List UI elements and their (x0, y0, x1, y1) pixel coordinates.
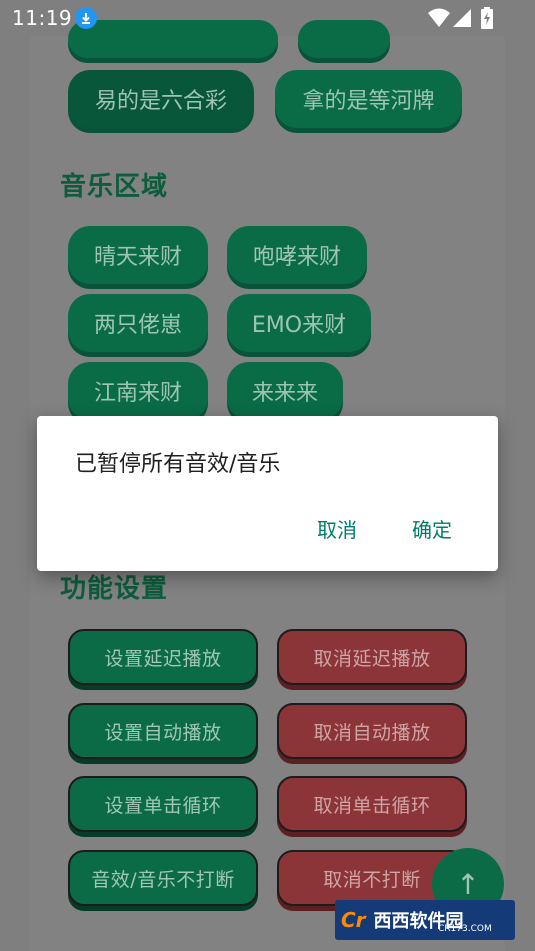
button-label: 设置延迟播放 (104, 647, 222, 670)
set-click-loop-button[interactable]: 设置单击循环 (68, 776, 258, 832)
cancel-click-loop-button[interactable]: 取消单击循环 (277, 776, 467, 832)
music-button-label: 晴天来财 (93, 245, 182, 270)
set-auto-play-button[interactable]: 设置自动播放 (68, 703, 258, 759)
button-label: 音效/音乐不打断 (91, 868, 235, 891)
button-label: 取消延迟播放 (313, 647, 431, 670)
sound-button-1[interactable]: 易的是六合彩 (68, 70, 254, 128)
button-label: 取消自动播放 (313, 721, 431, 744)
status-bar: 11:19 (0, 0, 535, 36)
status-time: 11:19 (12, 6, 73, 30)
music-button-label: 来来来 (251, 381, 318, 406)
music-button-label: 咆哮来财 (252, 245, 341, 270)
alert-dialog: 已暂停所有音效/音乐 取消 确定 (37, 416, 498, 571)
cancel-auto-play-button[interactable]: 取消自动播放 (277, 703, 467, 759)
music-button-6[interactable]: 来来来 (227, 362, 343, 420)
sound-button-2[interactable]: 拿的是等河牌 (275, 70, 462, 128)
wifi-icon (428, 8, 450, 32)
music-button-label: 两只佬崽 (93, 313, 182, 338)
functions-section-title: 功能设置 (60, 574, 169, 604)
music-button-3[interactable]: 两只佬崽 (68, 294, 208, 352)
signal-icon (452, 8, 472, 32)
watermark-url: CR173.COM (438, 924, 492, 934)
set-delay-play-button[interactable]: 设置延迟播放 (68, 629, 258, 685)
watermark: Cr 西西软件园 CR173.COM (335, 900, 515, 940)
sound-button-label: 易的是六合彩 (94, 89, 227, 114)
arrow-up-icon: ↑ (456, 867, 480, 901)
battery-icon (481, 7, 493, 33)
music-button-2[interactable]: 咆哮来财 (227, 226, 367, 284)
music-button-1[interactable]: 晴天来财 (68, 226, 208, 284)
cancel-button[interactable]: 取消 (317, 514, 357, 543)
button-label: 设置自动播放 (104, 721, 222, 744)
watermark-logo: Cr (341, 908, 366, 932)
sound-button-label: 拿的是等河牌 (302, 89, 435, 114)
music-button-5[interactable]: 江南来财 (68, 362, 208, 420)
confirm-button[interactable]: 确定 (412, 514, 452, 543)
music-button-label: 江南来财 (93, 381, 182, 406)
no-interrupt-button[interactable]: 音效/音乐不打断 (68, 850, 258, 906)
button-label: 取消单击循环 (313, 794, 431, 817)
cancel-delay-play-button[interactable]: 取消延迟播放 (277, 629, 467, 685)
download-icon (75, 7, 97, 29)
button-label: 取消不打断 (323, 868, 421, 891)
dialog-message: 已暂停所有音效/音乐 (75, 452, 281, 477)
music-section-title: 音乐区域 (60, 172, 169, 202)
music-button-label: EMO来财 (251, 313, 347, 338)
button-label: 设置单击循环 (104, 794, 222, 817)
music-button-4[interactable]: EMO来财 (227, 294, 371, 352)
